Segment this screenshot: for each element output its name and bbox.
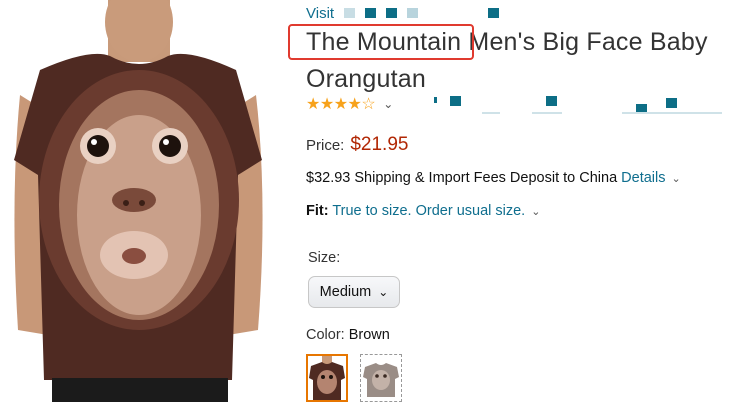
star-rating-icon[interactable]: ★★★★☆: [306, 94, 376, 114]
redacted-block: [482, 112, 500, 114]
redacted-block: [386, 8, 398, 18]
size-label: Size:: [308, 250, 341, 266]
price-value: $21.95: [350, 134, 409, 155]
brand-highlight-box: [288, 24, 474, 60]
redacted-block: [666, 98, 677, 108]
shipping-info: $32.93 Shipping & Import Fees Deposit to…: [306, 170, 681, 186]
redacted-block: [622, 112, 722, 114]
redacted-block: [434, 97, 437, 103]
shipping-text: $32.93 Shipping & Import Fees Deposit to…: [306, 170, 622, 186]
dropdown-caret-icon: ⌄: [378, 285, 389, 299]
size-selected-value: Medium: [319, 284, 372, 300]
fit-info: Fit: True to size. Order usual size. ⌄: [306, 203, 540, 219]
chevron-down-icon[interactable]: ⌄: [383, 97, 393, 111]
chevron-down-icon[interactable]: ⌄: [671, 173, 680, 185]
rating-row: ★★★★☆ ⌄: [306, 94, 736, 114]
orangutan-tshirt-image: [0, 0, 276, 402]
redacted-block: [365, 8, 377, 18]
color-row: Color: Brown: [306, 327, 390, 343]
product-details: Visit The Mountain Men's Big Face Baby O…: [288, 0, 736, 402]
fit-label: Fit:: [306, 203, 329, 219]
chevron-down-icon[interactable]: ⌄: [531, 206, 540, 218]
size-dropdown[interactable]: Medium ⌄: [308, 276, 400, 308]
color-label: Color:: [306, 327, 349, 343]
fit-value-link[interactable]: True to size. Order usual size.: [332, 203, 525, 219]
redacted-block: [450, 96, 461, 106]
swatch-image: [361, 355, 401, 401]
redacted-block: [488, 8, 500, 18]
swatch-image: [308, 356, 346, 400]
brand-store-row: Visit: [306, 4, 500, 22]
color-swatch-grey[interactable]: [360, 354, 402, 402]
price-row: Price: $21.95: [306, 134, 408, 156]
redacted-block: [344, 8, 356, 18]
redacted-block: [407, 8, 419, 18]
product-main-image[interactable]: [0, 0, 276, 402]
redacted-block: [532, 112, 562, 114]
visit-store-link[interactable]: Visit: [306, 5, 334, 22]
shipping-details-link[interactable]: Details: [621, 170, 665, 186]
color-value: Brown: [348, 327, 390, 343]
color-swatch-brown[interactable]: [306, 354, 348, 402]
redacted-block: [546, 96, 557, 106]
price-label: Price:: [306, 137, 345, 154]
